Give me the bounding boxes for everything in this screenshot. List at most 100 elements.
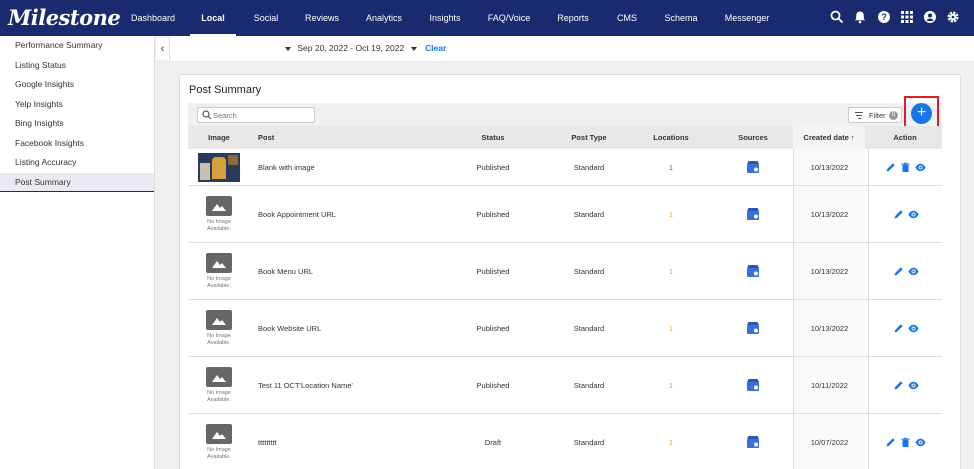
edit-icon[interactable] bbox=[893, 380, 904, 391]
collapse-sidebar-button[interactable]: ‹ bbox=[156, 38, 170, 60]
sidebar-item-post-summary[interactable]: Post Summary bbox=[0, 172, 154, 192]
column-header-status[interactable]: Status bbox=[450, 126, 536, 149]
sources-cell bbox=[710, 300, 796, 356]
locations-count[interactable]: 1 bbox=[628, 149, 714, 185]
nav-schema[interactable]: Schema bbox=[660, 0, 702, 36]
nav-faq-voice[interactable]: FAQ/Voice bbox=[484, 0, 534, 36]
view-icon[interactable] bbox=[915, 437, 926, 448]
no-image-text: No Image Available. bbox=[207, 275, 231, 289]
search-box[interactable] bbox=[197, 107, 315, 123]
column-header-created-date[interactable]: Created date ↑ bbox=[793, 126, 865, 149]
locations-count[interactable]: 1 bbox=[628, 414, 714, 469]
image-cell: No Image Available. bbox=[188, 186, 250, 242]
bell-icon[interactable] bbox=[853, 10, 867, 24]
locations-count[interactable]: 1 bbox=[628, 186, 714, 242]
google-business-icon bbox=[747, 379, 759, 391]
post-title[interactable]: Book Appointment URL bbox=[258, 186, 458, 242]
image-cell: No Image Available. bbox=[188, 414, 250, 469]
status-text: Published bbox=[476, 162, 510, 172]
nav-cms[interactable]: CMS bbox=[612, 0, 642, 36]
edit-icon[interactable] bbox=[885, 437, 896, 448]
sources-cell bbox=[710, 149, 796, 185]
nav-insights[interactable]: Insights bbox=[424, 0, 466, 36]
locations-count[interactable]: 1 bbox=[628, 243, 714, 299]
nav-dashboard[interactable]: Dashboard bbox=[126, 0, 180, 36]
date-range-picker[interactable]: Sep 20, 2022 - Oct 19, 2022 bbox=[285, 43, 417, 53]
image-placeholder-icon bbox=[206, 195, 232, 216]
sidebar-item-facebook-insights[interactable]: Facebook Insights bbox=[0, 134, 154, 154]
no-image-text: No Image Available. bbox=[207, 332, 231, 346]
locations-count[interactable]: 1 bbox=[628, 357, 714, 413]
no-image-text: No Image Available. bbox=[207, 389, 231, 403]
delete-icon[interactable] bbox=[900, 162, 911, 173]
action-cell bbox=[868, 414, 942, 469]
created-date: 10/11/2022 bbox=[793, 357, 865, 413]
edit-icon[interactable] bbox=[885, 162, 896, 173]
edit-icon[interactable] bbox=[893, 209, 904, 220]
no-image-placeholder: No Image Available. bbox=[196, 195, 242, 233]
page-title: Post Summary bbox=[189, 84, 262, 96]
sidebar-item-listing-status[interactable]: Listing Status bbox=[0, 56, 154, 76]
sort-arrow-up-icon: ↑ bbox=[850, 133, 855, 142]
add-post-button[interactable]: + bbox=[911, 103, 932, 124]
nav-reviews[interactable]: Reviews bbox=[302, 0, 342, 36]
column-header-post-type[interactable]: Post Type bbox=[546, 126, 632, 149]
sidebar-item-bing-insights[interactable]: Bing Insights bbox=[0, 114, 154, 134]
column-header-image: Image bbox=[208, 133, 230, 142]
post-title[interactable]: Blank with image bbox=[258, 149, 458, 185]
nav-local[interactable]: Local bbox=[190, 0, 236, 36]
post-type-text: Standard bbox=[573, 209, 605, 219]
view-icon[interactable] bbox=[908, 266, 919, 277]
milestone-logo[interactable]: Milestone bbox=[8, 5, 121, 30]
search-input[interactable] bbox=[213, 109, 311, 121]
search-icon[interactable] bbox=[830, 10, 844, 24]
no-image-text: No Image Available. bbox=[207, 218, 231, 232]
view-icon[interactable] bbox=[908, 380, 919, 391]
caret-down-icon bbox=[285, 46, 291, 51]
table-row: No Image Available. Book Website URL Publi… bbox=[188, 300, 942, 357]
edit-icon[interactable] bbox=[893, 323, 904, 334]
sources-cell bbox=[710, 414, 796, 469]
action-cell bbox=[868, 300, 942, 356]
nav-messenger[interactable]: Messenger bbox=[720, 0, 774, 36]
post-title[interactable]: ttttttttt bbox=[258, 414, 458, 469]
apps-grid-icon[interactable] bbox=[900, 10, 914, 24]
view-icon[interactable] bbox=[915, 162, 926, 173]
column-header-post[interactable]: Post bbox=[258, 126, 458, 149]
sidebar-item-listing-accuracy[interactable]: Listing Accuracy bbox=[0, 153, 154, 173]
column-header-locations[interactable]: Locations bbox=[628, 126, 714, 149]
no-image-placeholder: No Image Available. bbox=[196, 423, 242, 461]
post-title[interactable]: Test 11 OCT'Location Name' bbox=[258, 357, 458, 413]
sidebar: Performance Summary Listing Status Googl… bbox=[0, 36, 155, 469]
sidebar-item-performance-summary[interactable]: Performance Summary bbox=[0, 36, 154, 56]
edit-icon[interactable] bbox=[893, 266, 904, 277]
sidebar-item-yelp-insights[interactable]: Yelp Insights bbox=[0, 95, 154, 115]
account-icon[interactable] bbox=[923, 10, 937, 24]
clear-date-link[interactable]: Clear bbox=[425, 43, 446, 53]
chevron-left-icon: ‹ bbox=[160, 43, 165, 55]
locations-count[interactable]: 1 bbox=[628, 300, 714, 356]
date-filter-bar: Sep 20, 2022 - Oct 19, 2022 Clear bbox=[170, 36, 974, 62]
image-cell: No Image Available. bbox=[188, 243, 250, 299]
sidebar-item-google-insights[interactable]: Google Insights bbox=[0, 75, 154, 95]
table-toolbar: Filter 0 bbox=[188, 103, 942, 126]
caret-down-icon bbox=[410, 46, 417, 51]
nav-social[interactable]: Social bbox=[248, 0, 284, 36]
post-title[interactable]: Book Menu URL bbox=[258, 243, 458, 299]
no-image-placeholder: No Image Available. bbox=[196, 366, 242, 404]
filter-label: Filter bbox=[869, 111, 886, 120]
image-placeholder-icon bbox=[206, 309, 232, 330]
no-image-placeholder: No Image Available. bbox=[196, 309, 242, 347]
settings-icon[interactable] bbox=[946, 10, 960, 24]
delete-icon[interactable] bbox=[900, 437, 911, 448]
nav-reports[interactable]: Reports bbox=[552, 0, 594, 36]
post-title[interactable]: Book Website URL bbox=[258, 300, 458, 356]
filter-button[interactable]: Filter 0 bbox=[848, 107, 902, 123]
view-icon[interactable] bbox=[908, 323, 919, 334]
help-icon[interactable]: ? bbox=[877, 10, 891, 24]
google-business-icon bbox=[747, 265, 759, 277]
created-date: 10/13/2022 bbox=[793, 300, 865, 356]
view-icon[interactable] bbox=[908, 209, 919, 220]
nav-analytics[interactable]: Analytics bbox=[360, 0, 408, 36]
created-date: 10/13/2022 bbox=[793, 149, 865, 185]
